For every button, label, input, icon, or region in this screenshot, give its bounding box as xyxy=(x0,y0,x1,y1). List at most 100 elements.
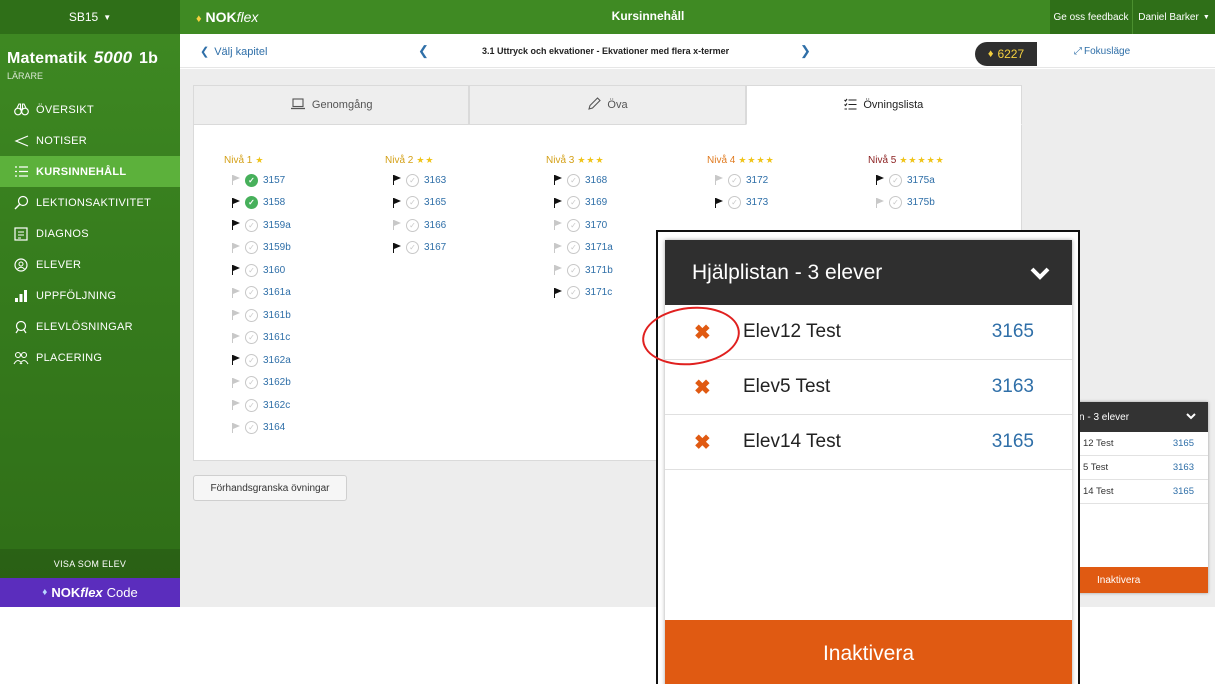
flag-icon[interactable] xyxy=(554,220,563,231)
flag-icon[interactable] xyxy=(393,220,402,231)
exercise-link[interactable]: 3165 xyxy=(992,431,1034,453)
exercise-number[interactable]: 3163 xyxy=(424,175,446,186)
exercise-number[interactable]: 3170 xyxy=(585,220,607,231)
flag-icon[interactable] xyxy=(232,220,241,231)
flag-icon[interactable] xyxy=(715,175,724,186)
exercise-number[interactable]: 3168 xyxy=(585,175,607,186)
exercise-number[interactable]: 3161b xyxy=(263,310,291,321)
user-menu[interactable]: Daniel Barker ▼ xyxy=(1132,0,1215,34)
help-list-header[interactable]: Hjälplistan - 3 elever xyxy=(665,240,1072,305)
sidebar-item-oversikt[interactable]: ÖVERSIKT xyxy=(0,94,180,125)
flag-icon[interactable] xyxy=(232,400,241,411)
view-as-student-link[interactable]: VISA SOM ELEV xyxy=(0,549,180,578)
help-list-row[interactable]: ✖ Elev12 Test 3165 xyxy=(665,305,1072,360)
flag-icon[interactable] xyxy=(232,310,241,321)
exercise-link[interactable]: 3165 xyxy=(1173,486,1194,497)
flag-icon[interactable] xyxy=(554,287,563,298)
exercise-item[interactable]: ✓ 3162c xyxy=(224,394,374,417)
flag-icon[interactable] xyxy=(232,377,241,388)
exercise-number[interactable]: 3172 xyxy=(746,175,768,186)
flag-icon[interactable] xyxy=(232,242,241,253)
flag-icon[interactable] xyxy=(554,265,563,276)
flag-icon[interactable] xyxy=(232,265,241,276)
exercise-number[interactable]: 3175a xyxy=(907,175,935,186)
exercise-number[interactable]: 3157 xyxy=(263,175,285,186)
exercise-item[interactable]: ✓ 3161b xyxy=(224,304,374,327)
exercise-number[interactable]: 3171b xyxy=(585,265,613,276)
flag-icon[interactable] xyxy=(232,355,241,366)
flag-icon[interactable] xyxy=(232,197,241,208)
exercise-number[interactable]: 3175b xyxy=(907,197,935,208)
previous-section-button[interactable]: ❮ xyxy=(418,43,429,59)
preview-exercises-button[interactable]: Förhandsgranska övningar xyxy=(193,475,347,501)
flag-icon[interactable] xyxy=(554,197,563,208)
tab-ovningslista[interactable]: Övningslista xyxy=(745,85,1022,125)
exercise-number[interactable]: 3160 xyxy=(263,265,285,276)
exercise-item[interactable]: ✓ 3175a xyxy=(868,169,1018,192)
tab-ova[interactable]: Öva xyxy=(469,85,746,125)
help-list-row[interactable]: 5 Test 3163 xyxy=(1073,456,1208,480)
choose-chapter-link[interactable]: ❮ Välj kapitel xyxy=(200,45,267,58)
exercise-link[interactable]: 3165 xyxy=(1173,438,1194,449)
sidebar-item-elevlosningar[interactable]: ELEVLÖSNINGAR xyxy=(0,311,180,342)
remove-icon[interactable]: ✖ xyxy=(694,375,711,400)
flag-icon[interactable] xyxy=(393,175,402,186)
exercise-number[interactable]: 3159b xyxy=(263,242,291,253)
exercise-number[interactable]: 3166 xyxy=(424,220,446,231)
exercise-item[interactable]: ✓ 3166 xyxy=(385,214,535,237)
exercise-number[interactable]: 3161c xyxy=(263,332,290,343)
exercise-item[interactable]: ✓ 3168 xyxy=(546,169,696,192)
exercise-item[interactable]: ✓ 3159b xyxy=(224,237,374,260)
flag-icon[interactable] xyxy=(554,175,563,186)
help-list-row[interactable]: 12 Test 3165 xyxy=(1073,432,1208,456)
nokflex-logo[interactable]: ♦ NOKflex xyxy=(196,9,258,25)
exercise-item[interactable]: ✓ 3160 xyxy=(224,259,374,282)
exercise-number[interactable]: 3165 xyxy=(424,197,446,208)
focus-mode-toggle[interactable]: ⤢ Fokusläge xyxy=(1074,46,1130,57)
deactivate-button[interactable]: Inaktivera xyxy=(1073,567,1208,593)
flag-icon[interactable] xyxy=(554,242,563,253)
exercise-number[interactable]: 3162a xyxy=(263,355,291,366)
exercise-number[interactable]: 3161a xyxy=(263,287,291,298)
exercise-number[interactable]: 3164 xyxy=(263,422,285,433)
exercise-item[interactable]: ✓ 3172 xyxy=(707,169,857,192)
exercise-number[interactable]: 3169 xyxy=(585,197,607,208)
sidebar-item-notiser[interactable]: NOTISER xyxy=(0,125,180,156)
flag-icon[interactable] xyxy=(393,197,402,208)
flag-icon[interactable] xyxy=(232,422,241,433)
exercise-number[interactable]: 3158 xyxy=(263,197,285,208)
exercise-number[interactable]: 3171c xyxy=(585,287,612,298)
flag-icon[interactable] xyxy=(232,332,241,343)
exercise-item[interactable]: ✓ 3167 xyxy=(385,237,535,260)
flag-icon[interactable] xyxy=(876,197,885,208)
remove-icon[interactable]: ✖ xyxy=(694,320,711,345)
help-list-header[interactable]: n - 3 elever xyxy=(1073,402,1208,432)
exercise-item[interactable]: ✓ 3165 xyxy=(385,192,535,215)
exercise-item[interactable]: ✓ 3162b xyxy=(224,372,374,395)
exercise-link[interactable]: 3163 xyxy=(1173,462,1194,473)
sidebar-item-elever[interactable]: ELEVER xyxy=(0,249,180,280)
sidebar-item-placering[interactable]: PLACERING xyxy=(0,342,180,373)
feedback-button[interactable]: Ge oss feedback xyxy=(1050,0,1132,34)
exercise-link[interactable]: 3165 xyxy=(992,321,1034,343)
exercise-item[interactable]: ✓ 3158 xyxy=(224,192,374,215)
exercise-item[interactable]: ✓ 3161c xyxy=(224,327,374,350)
help-list-row[interactable]: 14 Test 3165 xyxy=(1073,480,1208,504)
exercise-item[interactable]: ✓ 3175b xyxy=(868,192,1018,215)
exercise-number[interactable]: 3167 xyxy=(424,242,446,253)
exercise-item[interactable]: ✓ 3159a xyxy=(224,214,374,237)
exercise-link[interactable]: 3163 xyxy=(992,376,1034,398)
exercise-number[interactable]: 3162b xyxy=(263,377,291,388)
exercise-item[interactable]: ✓ 3169 xyxy=(546,192,696,215)
exercise-number[interactable]: 3171a xyxy=(585,242,613,253)
sidebar-item-lektionsaktivitet[interactable]: LEKTIONSAKTIVITET xyxy=(0,187,180,218)
exercise-number[interactable]: 3159a xyxy=(263,220,291,231)
help-list-row[interactable]: ✖ Elev5 Test 3163 xyxy=(665,360,1072,415)
exercise-item[interactable]: ✓ 3164 xyxy=(224,417,374,440)
nokflex-code-link[interactable]: ♦ NOK flex Code xyxy=(0,578,180,607)
flag-icon[interactable] xyxy=(232,287,241,298)
next-section-button[interactable]: ❯ xyxy=(800,43,811,59)
exercise-item[interactable]: ✓ 3157 xyxy=(224,169,374,192)
sidebar-item-diagnos[interactable]: DIAGNOS xyxy=(0,218,180,249)
flag-icon[interactable] xyxy=(232,175,241,186)
